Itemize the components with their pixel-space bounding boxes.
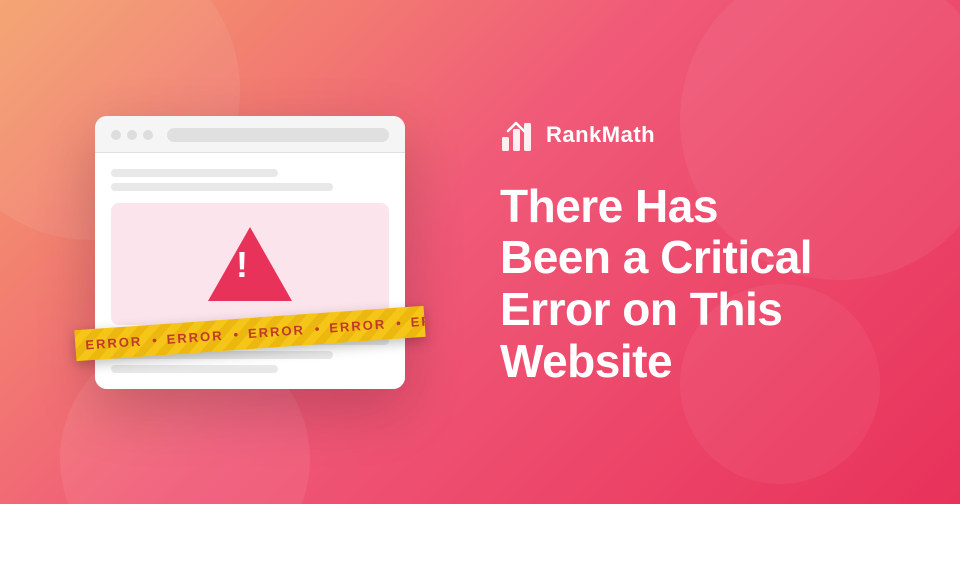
headline-line3: Error on This [500,283,782,335]
error-warning-box [111,203,389,325]
headline-line1: There Has [500,180,718,232]
headline-text: There Has Been a Critical Error on This … [500,181,910,387]
headline-line4: Website [500,335,672,387]
browser-content-top [111,169,389,191]
browser-header [95,116,405,153]
left-illustration: ERROR • ERROR • ERROR • ERROR • ERROR • [0,116,460,389]
page-background: ERROR • ERROR • ERROR • ERROR • ERROR • [0,0,960,504]
right-content: RankMath There Has Been a Critical Error… [480,77,960,427]
headline-line2: Been a Critical [500,231,812,283]
warning-triangle-icon [208,227,292,301]
content-line-1 [111,169,278,177]
browser-dot-3 [143,130,153,140]
browser-dot-1 [111,130,121,140]
content-line-5 [111,365,278,373]
brand-header: RankMath [500,117,910,153]
browser-url-bar [167,128,389,142]
brand-name-text: RankMath [546,122,655,148]
content-line-2 [111,183,333,191]
browser-dot-2 [127,130,137,140]
rankmath-logo-icon [500,117,536,153]
browser-mockup: ERROR • ERROR • ERROR • ERROR • ERROR • [95,116,405,389]
